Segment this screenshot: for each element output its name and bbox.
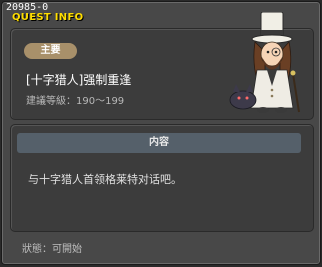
quest-description: 与十字猎人首领格莱特对话吧。 <box>28 173 182 186</box>
quest-type-badge: 主要 <box>24 43 77 59</box>
quest-status: 狀態：可開始 <box>22 244 82 255</box>
quest-level: 建議等級：190～199 <box>26 96 125 107</box>
content-header: 内容 <box>17 133 301 153</box>
quest-detail-panel: 内容 与十字猎人首领格莱特对话吧。 <box>10 124 314 232</box>
quest-summary-panel: 主要 [十字猎人]强制重逢 建議等級：190～199 <box>10 12 314 120</box>
npc-portrait <box>229 12 300 113</box>
quest-name: [十字猎人]强制重逢 <box>26 73 132 87</box>
quest-info-window: 20985-0 QUEST INFO 主要 [十字猎人]强制重逢 建議等級：19… <box>1 1 321 265</box>
window-title: QUEST INFO <box>12 12 84 23</box>
